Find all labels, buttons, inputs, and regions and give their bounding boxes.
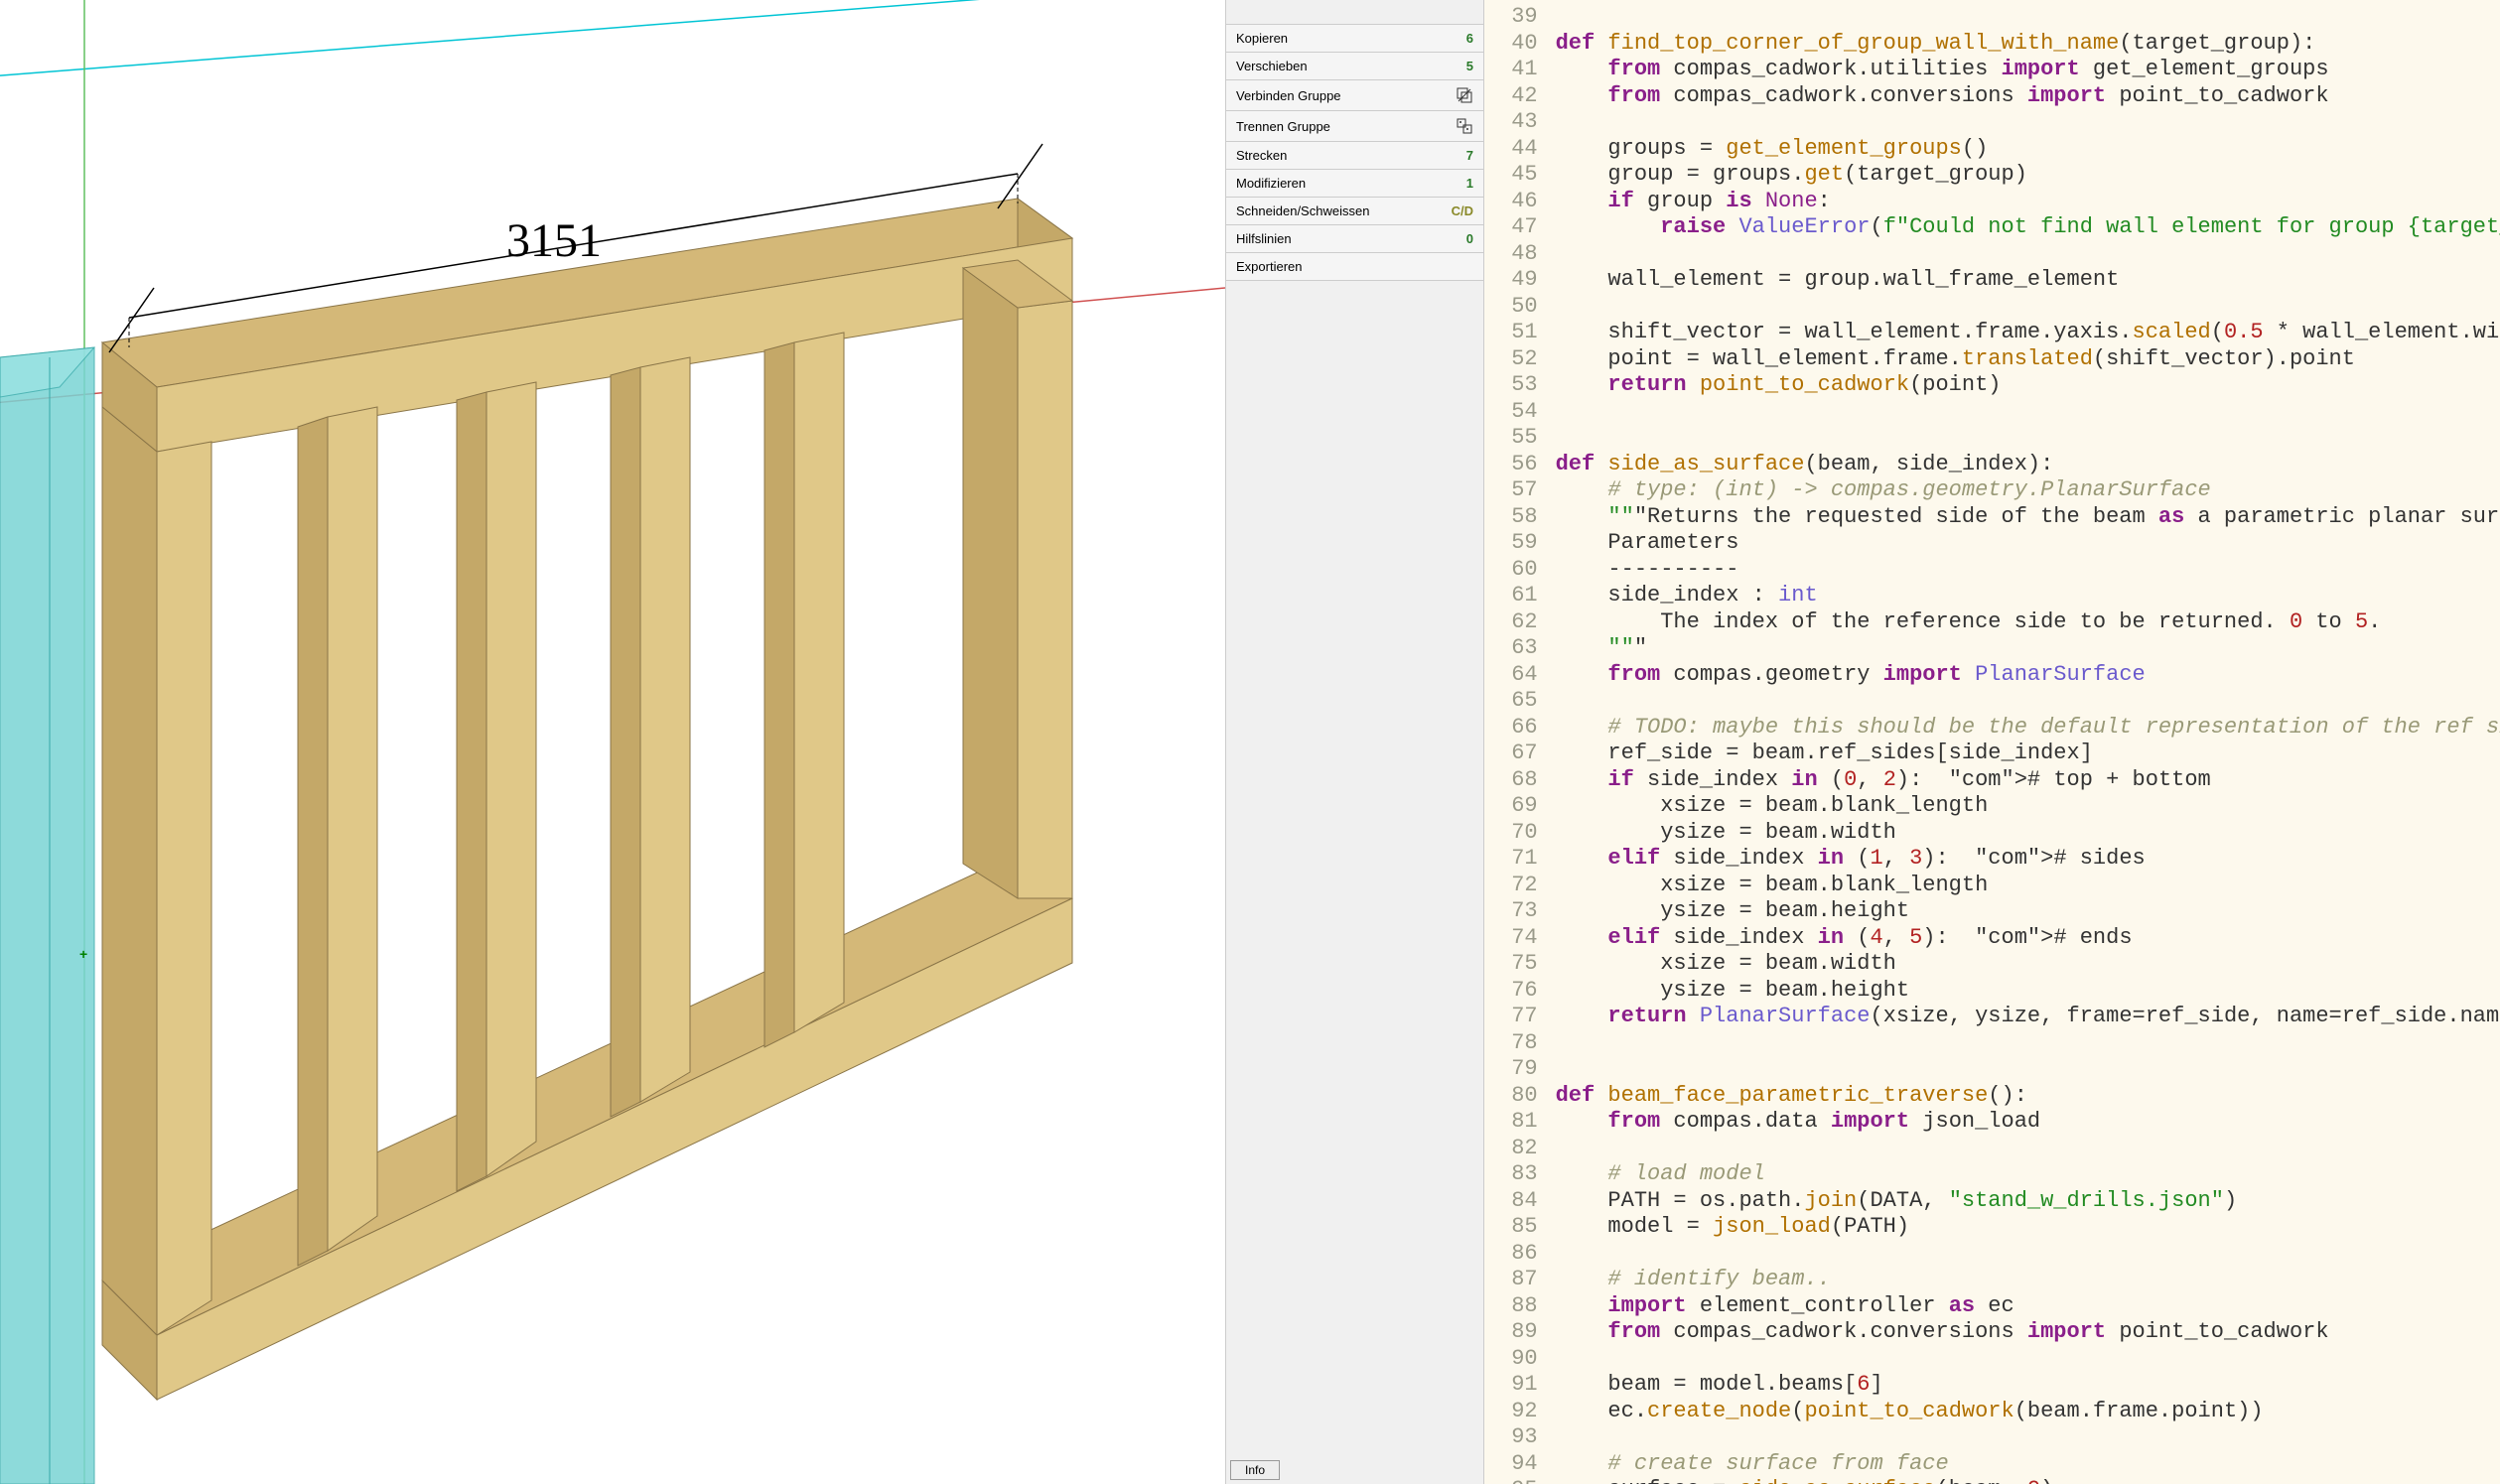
panel-item-kopieren[interactable]: Kopieren 6 [1226, 25, 1483, 53]
panel-shortcut: 6 [1466, 31, 1473, 46]
panel-item-label: Modifizieren [1236, 176, 1306, 191]
panel-item-label: Kopieren [1236, 31, 1288, 46]
code-content[interactable]: def find_top_corner_of_group_wall_with_n… [1556, 0, 2500, 1484]
info-button[interactable]: Info [1230, 1460, 1280, 1480]
panel-item-label: Hilfslinien [1236, 231, 1292, 246]
wood-frame [102, 199, 1072, 1400]
panel-item-schneiden-schweissen[interactable]: Schneiden/Schweissen C/D [1226, 198, 1483, 225]
panel-item-strecken[interactable]: Strecken 7 [1226, 142, 1483, 170]
panel-item-label: Verschieben [1236, 59, 1308, 73]
panel-shortcut: C/D [1452, 203, 1473, 218]
panel-item-verschieben[interactable]: Verschieben 5 [1226, 53, 1483, 80]
line-gutter: 39 40 41 42 43 44 45 46 47 48 49 50 51 5… [1484, 0, 1556, 1484]
origin-marker: + [79, 946, 87, 962]
side-wall [0, 347, 94, 1484]
axis-cyan [0, 0, 1225, 79]
panel-item-modifizieren[interactable]: Modifizieren 1 [1226, 170, 1483, 198]
panel-item-verbinden-gruppe[interactable]: Verbinden Gruppe [1226, 80, 1483, 111]
panel-shortcut: 1 [1466, 176, 1473, 191]
panel-shortcut: 0 [1466, 231, 1473, 246]
cad-viewport[interactable]: 3151 + [0, 0, 1225, 1484]
dimension-value: 3151 [506, 213, 602, 268]
panel-shortcut: 7 [1466, 148, 1473, 163]
panel-item-hilfslinien[interactable]: Hilfslinien 0 [1226, 225, 1483, 253]
ungroup-icon [1456, 117, 1473, 135]
code-editor[interactable]: 39 40 41 42 43 44 45 46 47 48 49 50 51 5… [1484, 0, 2500, 1484]
panel-item-label: Verbinden Gruppe [1236, 88, 1341, 103]
panel-item-label: Trennen Gruppe [1236, 119, 1330, 134]
panel-item-exportieren[interactable]: Exportieren [1226, 253, 1483, 281]
panel-item-label: Strecken [1236, 148, 1287, 163]
panel-item-label: Exportieren [1236, 259, 1302, 274]
tool-panel: Kopieren 6 Verschieben 5 Verbinden Gruppe Tre… [1225, 0, 1484, 1484]
panel-item-label: Schneiden/Schweissen [1236, 203, 1369, 218]
group-icon [1456, 86, 1473, 104]
panel-shortcut: 5 [1466, 59, 1473, 73]
panel-item-trennen-gruppe[interactable]: Trennen Gruppe [1226, 111, 1483, 142]
